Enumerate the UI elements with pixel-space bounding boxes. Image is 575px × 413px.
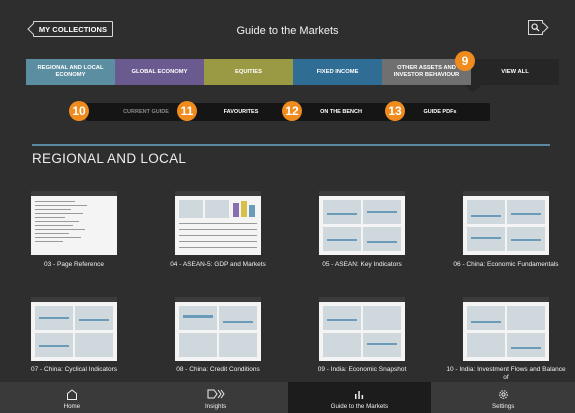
section-divider <box>32 144 550 146</box>
subtab-on-the-bench[interactable]: ON THE BENCH <box>306 103 376 121</box>
slide-caption: 05 - ASEAN: Key Indicators <box>322 261 402 268</box>
slide-caption: 08 - China: Credit Conditions <box>176 366 260 373</box>
slide-caption: 03 - Page Reference <box>44 261 104 268</box>
subtab-guide-pdfs[interactable]: GUIDE PDFs <box>404 103 476 121</box>
home-icon <box>66 388 78 400</box>
callout-badge-9: 9 <box>455 51 475 71</box>
nav-home-label: Home <box>63 403 81 410</box>
search-button[interactable] <box>528 20 549 35</box>
slide-thumbnail[interactable] <box>175 297 261 361</box>
slide-thumbnail[interactable] <box>463 297 549 361</box>
header-bar: MY COLLECTIONS Guide to the Markets <box>0 0 575 48</box>
nav-settings-label: Settings <box>491 403 515 410</box>
active-tab-indicator <box>464 85 482 93</box>
nav-insights[interactable]: Insights <box>143 382 288 413</box>
insights-icon <box>207 388 225 400</box>
chart-icon <box>354 388 364 400</box>
slide-thumbnail[interactable] <box>319 191 405 255</box>
slide-caption: 06 - China: Economic Fundamentals <box>453 261 559 268</box>
slide-thumbnail[interactable] <box>31 297 117 361</box>
subtab-current-guide[interactable]: CURRENT GUIDE <box>110 103 182 121</box>
nav-insights-label: Insights <box>204 403 227 410</box>
tab-equities[interactable]: EQUITIES <box>204 59 293 85</box>
slide-thumbnail[interactable] <box>463 191 549 255</box>
gear-icon <box>498 388 509 400</box>
callout-badge-11: 11 <box>177 101 197 121</box>
section-title: REGIONAL AND LOCAL <box>32 151 187 166</box>
slide-caption: 07 - China: Cyclical Indicators <box>31 366 117 373</box>
slide-thumbnail[interactable] <box>31 191 117 255</box>
slide-thumbnail[interactable] <box>175 191 261 255</box>
slide-caption: 04 - ASEAN-5: GDP and Markets <box>170 261 266 268</box>
nav-home[interactable]: Home <box>0 382 144 413</box>
slide-caption: 10 - India: Investment Flows and Balance… <box>446 366 566 382</box>
tab-global-economy[interactable]: GLOBAL ECONOMY <box>115 59 204 85</box>
nav-settings[interactable]: Settings <box>431 382 575 413</box>
tab-regional-local-economy[interactable]: REGIONAL AND LOCAL ECONOMY <box>26 59 115 85</box>
callout-badge-13: 13 <box>385 101 405 121</box>
nav-guide-to-the-markets[interactable]: Guide to the Markets <box>287 382 432 413</box>
category-tabs: REGIONAL AND LOCAL ECONOMY GLOBAL ECONOM… <box>26 59 559 85</box>
subtab-favourites[interactable]: FAVOURITES <box>206 103 276 121</box>
tab-view-all[interactable]: VIEW ALL <box>471 59 559 85</box>
callout-badge-12: 12 <box>282 101 302 121</box>
callout-badge-10: 10 <box>69 101 89 121</box>
slide-caption: 09 - India: Economic Snapshot <box>317 366 407 373</box>
page-title: Guide to the Markets <box>236 25 339 37</box>
tab-fixed-income[interactable]: FIXED INCOME <box>293 59 382 85</box>
bottom-nav: Home Insights Guide to the Markets Setti… <box>0 382 575 413</box>
slide-thumbnail[interactable] <box>319 297 405 361</box>
nav-guide-label: Guide to the Markets <box>330 403 389 410</box>
